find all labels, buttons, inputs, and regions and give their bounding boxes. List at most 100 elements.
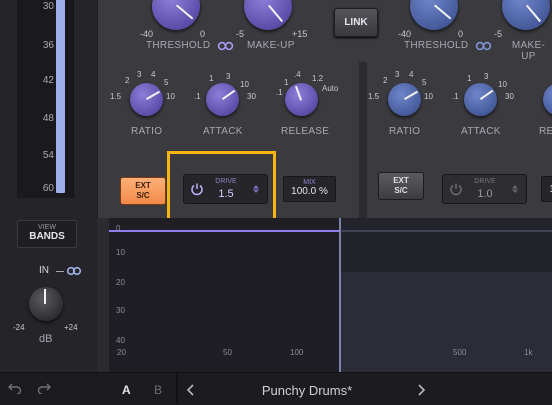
band-divider <box>359 62 367 218</box>
graph-y-label: 10 <box>116 248 125 257</box>
meter-tick: 54 <box>42 150 54 161</box>
view-label: VIEW <box>38 224 56 231</box>
drive-control-2[interactable]: DRIVE 1.0 <box>442 174 527 204</box>
graph-y-label: 40 <box>116 336 125 345</box>
meter-tick: 30 <box>42 1 54 12</box>
attack-label-2: ATTACK <box>461 126 501 137</box>
threshold-label-2: THRESHOLD <box>404 40 469 51</box>
link-chain-icon[interactable] <box>215 41 237 51</box>
input-gain-knob[interactable] <box>29 287 63 321</box>
drive-stepper-icon[interactable] <box>510 184 520 194</box>
ext-sc-button-2[interactable]: EXT S/C <box>378 172 424 200</box>
knob-pointer <box>44 289 46 304</box>
graph-x-label: 1k <box>524 348 533 357</box>
a-slot-button[interactable]: A <box>122 383 131 397</box>
makeup-min: -5 <box>236 29 245 39</box>
bands-label: BANDS <box>29 231 65 242</box>
ratio-label: RATIO <box>131 126 163 137</box>
attack-knob[interactable] <box>206 83 239 116</box>
link-button[interactable]: LINK <box>334 8 378 37</box>
input-gain-max: +24 <box>64 323 78 332</box>
mix-control[interactable]: MIX 100.0 % <box>283 176 336 202</box>
redo-icon[interactable] <box>37 382 51 394</box>
attack-scale: 1 <box>467 74 472 83</box>
b-slot-button[interactable]: B <box>154 383 162 397</box>
attack-scale: 1 <box>209 74 214 83</box>
ratio-scale: 2 <box>125 76 130 85</box>
meter-tick: 48 <box>42 113 54 124</box>
link-chain-icon[interactable] <box>66 266 82 276</box>
view-bands-button[interactable]: VIEW BANDS <box>17 220 77 248</box>
knob-pointer <box>479 89 493 100</box>
knob-pointer <box>434 4 452 20</box>
preset-name[interactable]: Punchy Drums* <box>198 383 416 398</box>
release-scale: 1.2 <box>312 74 324 83</box>
graph-x-label: 500 <box>453 348 467 357</box>
ratio-scale: 5 <box>422 78 427 87</box>
graph-y-label: 20 <box>116 278 125 287</box>
ext-sc-button[interactable]: EXT S/C <box>120 177 166 205</box>
ratio-knob[interactable] <box>130 83 163 116</box>
release-label: RELEASE <box>281 126 330 137</box>
meter-tick: 42 <box>42 75 54 86</box>
mix-value: 100.0 % <box>291 186 328 197</box>
link-chain-icon[interactable] <box>473 41 495 51</box>
ratio-scale: 3 <box>137 70 142 79</box>
attack-knob-2[interactable] <box>464 83 497 116</box>
attack-label: ATTACK <box>203 126 243 137</box>
meter-tick: 60 <box>42 183 54 194</box>
next-preset-icon[interactable] <box>416 383 426 397</box>
release-label-2: RE <box>539 126 552 137</box>
mix-value-2: 1 <box>542 184 552 195</box>
graph-overlay <box>109 218 552 372</box>
makeup-min-2: -5 <box>494 29 503 39</box>
knob-pointer <box>221 89 235 100</box>
dash-separator <box>56 271 64 272</box>
attack-scale: 30 <box>247 92 256 101</box>
knob-pointer <box>176 4 194 20</box>
makeup-max: +15 <box>292 29 308 39</box>
prev-preset-icon[interactable] <box>186 383 196 397</box>
threshold-min: -40 <box>140 29 154 39</box>
graph-x-label: 20 <box>117 348 126 357</box>
graph-x-label: 100 <box>290 348 304 357</box>
mix-label: MIX <box>303 179 316 186</box>
ratio-scale: 2 <box>383 76 388 85</box>
link-label: LINK <box>344 17 368 28</box>
makeup-label-2: MAKE-UP <box>511 40 546 62</box>
input-gain-unit: dB <box>39 333 53 345</box>
ratio-scale: 1.5 <box>110 92 122 101</box>
knob-pointer <box>294 85 302 101</box>
power-icon[interactable] <box>449 182 463 196</box>
attack-scale: .1 <box>452 92 459 101</box>
knob-pointer <box>403 90 418 100</box>
meter-level-bar <box>56 0 65 193</box>
output-meter <box>17 0 74 198</box>
knob-pointer <box>145 90 160 100</box>
ext-sc-line2: S/C <box>136 191 150 200</box>
knob-pointer <box>268 4 284 23</box>
ext-sc-line1: EXT <box>393 176 409 185</box>
ratio-scale: 10 <box>424 92 433 101</box>
attack-scale: 3 <box>226 72 231 81</box>
highlight-box <box>167 151 276 227</box>
ratio-scale: 4 <box>151 70 156 79</box>
ratio-knob-2[interactable] <box>388 83 421 116</box>
attack-scale: 10 <box>240 80 249 89</box>
undo-icon[interactable] <box>8 382 22 394</box>
threshold-label: THRESHOLD <box>146 40 211 51</box>
input-gain-min: -24 <box>13 323 25 332</box>
drive-label-2: DRIVE <box>474 178 496 185</box>
graph-y-label: 0 <box>116 224 121 233</box>
release-knob[interactable] <box>285 83 318 116</box>
meter-tick: 36 <box>42 40 54 51</box>
knob-pointer <box>526 4 542 23</box>
ratio-scale: 5 <box>164 78 169 87</box>
mix-control-2[interactable]: 1 <box>541 176 552 202</box>
graph-y-label: 30 <box>116 306 125 315</box>
threshold-max: 0 <box>200 29 206 39</box>
attack-scale: 10 <box>498 80 507 89</box>
threshold-max-2: 0 <box>458 29 464 39</box>
ratio-scale: 3 <box>395 70 400 79</box>
ratio-label-2: RATIO <box>389 126 421 137</box>
